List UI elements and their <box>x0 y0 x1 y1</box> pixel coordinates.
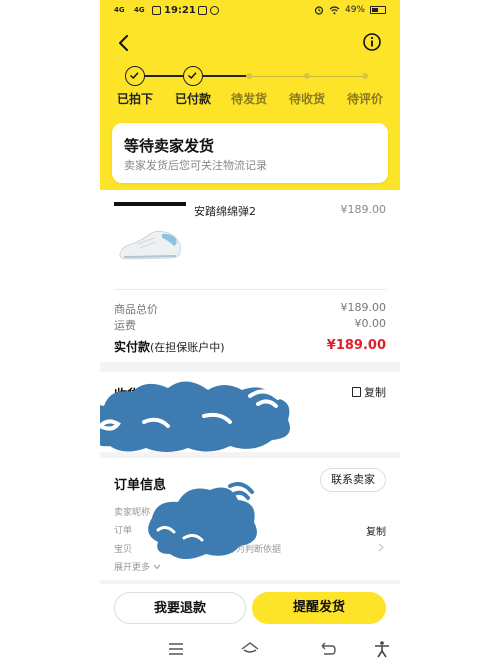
step-done-icon <box>125 66 145 86</box>
signal-4g-1: 4G <box>114 6 125 14</box>
step-label-placed: 已拍下 <box>116 92 153 106</box>
order-number-label: 订单 <box>114 526 133 536</box>
check-icon <box>130 72 139 80</box>
menu-icon[interactable] <box>166 640 186 658</box>
copy-address-label: 复制 <box>364 386 386 399</box>
system-nav-bar <box>100 632 400 666</box>
shipping-fee-row: 运费 ¥0.00 <box>114 317 386 333</box>
back-arrow-icon[interactable] <box>114 32 134 54</box>
goods-total-row: 商品总价 ¥189.00 <box>114 301 386 317</box>
chevron-down-icon <box>153 564 161 570</box>
accessibility-icon[interactable] <box>372 640 392 658</box>
home-icon[interactable] <box>240 640 260 658</box>
copy-icon <box>352 387 361 397</box>
paid-amount-note: (在担保账户中) <box>150 341 225 354</box>
step-pending-dot <box>304 73 310 79</box>
step-pending-dot <box>362 73 368 79</box>
paid-amount-value: ¥189.00 <box>326 338 386 353</box>
contact-seller-button[interactable]: 联系卖家 <box>320 468 386 492</box>
app-notification-icon-2 <box>210 6 219 15</box>
snapshot-label: 宝贝 <box>114 545 133 555</box>
step-label-to-review: 待评价 <box>346 92 383 106</box>
step-pending-dot <box>246 73 252 79</box>
step-label-to-ship: 待发货 <box>230 92 267 106</box>
alarm-icon <box>314 6 324 15</box>
app-notification-icon <box>198 6 207 15</box>
copy-address-button[interactable]: 复制 <box>352 384 386 400</box>
step-label-paid: 已付款 <box>174 92 211 106</box>
expand-more-label: 展开更多 <box>114 563 151 573</box>
status-right: 49% <box>314 5 386 15</box>
shipping-fee-value: ¥0.00 <box>354 317 387 330</box>
remind-shipping-button[interactable]: 提醒发货 <box>252 592 386 624</box>
shipping-status-card: 等待卖家发货 卖家发货后您可关注物流记录 <box>112 123 388 183</box>
notification-icon <box>152 6 161 15</box>
paid-amount-label: 实付款 <box>114 340 151 354</box>
redaction-cloud-order <box>148 482 257 559</box>
goods-total-label: 商品总价 <box>114 303 158 316</box>
shipping-status-subtitle: 卖家发货后您可关注物流记录 <box>124 159 267 172</box>
shipping-status-title: 等待卖家发货 <box>124 137 215 155</box>
redaction-cloud-address <box>100 381 290 452</box>
order-progress: 已拍下 已付款 待发货 待收货 待评价 <box>100 64 400 106</box>
status-bar: 4G 4G 19:21 49% <box>100 0 400 22</box>
step-done-icon <box>183 66 203 86</box>
product-name: 安踏绵绵弹2 <box>194 205 256 218</box>
paid-amount-row: 实付款(在担保账户中) ¥189.00 <box>114 338 386 355</box>
sneaker-icon <box>119 230 181 260</box>
bottom-action-bar: 我要退款 提醒发货 <box>100 584 400 632</box>
step-label-to-receive: 待收货 <box>288 92 325 106</box>
status-time: 19:21 <box>164 5 196 16</box>
back-nav-icon[interactable] <box>318 640 338 658</box>
info-icon[interactable] <box>362 32 382 52</box>
goods-total-value: ¥189.00 <box>340 301 387 314</box>
product-image[interactable] <box>114 202 186 264</box>
wifi-icon <box>329 5 340 14</box>
signal-4g-2: 4G <box>134 6 145 14</box>
battery-icon <box>370 6 386 14</box>
request-refund-button[interactable]: 我要退款 <box>114 592 246 624</box>
phone-screen: 4G 4G 19:21 49% 已拍下 已付款 待发货 待收货 待评价 等待卖家… <box>100 0 400 666</box>
shipping-fee-label: 运费 <box>114 319 136 332</box>
product-card[interactable]: 安踏绵绵弹2 ¥189.00 商品总价 ¥189.00 运费 ¥0.00 实付款… <box>100 190 400 362</box>
divider <box>114 289 386 290</box>
check-icon <box>188 72 197 80</box>
battery-percent: 49% <box>344 5 365 15</box>
product-price: ¥189.00 <box>340 203 387 216</box>
chevron-right-icon <box>378 543 384 552</box>
copy-order-number-button[interactable]: 复制 <box>366 523 386 538</box>
